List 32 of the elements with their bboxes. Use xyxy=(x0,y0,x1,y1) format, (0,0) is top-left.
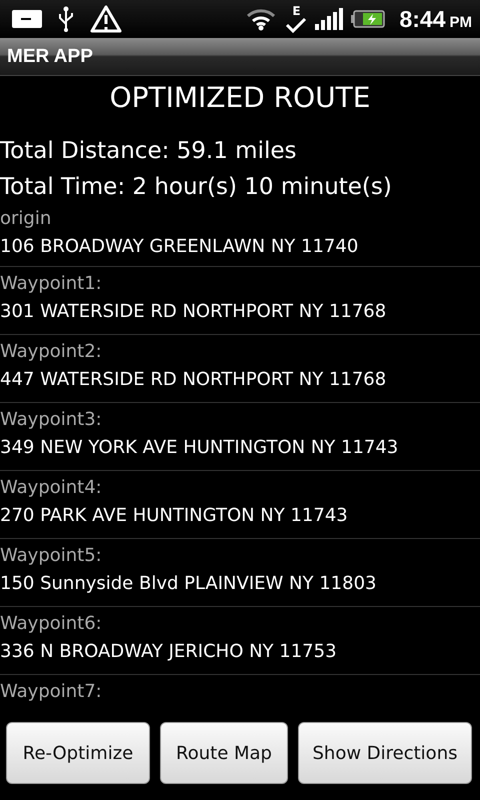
clock: 8:44 xyxy=(399,6,446,32)
stop-address: 447 WATERSIDE RD NORTHPORT NY 11768 xyxy=(0,368,388,392)
stop-label: Waypoint6: xyxy=(0,612,103,636)
stop-address: 349 NEW YORK AVE HUNTINGTON NY 11743 xyxy=(0,436,400,460)
usb-icon xyxy=(56,6,76,32)
action-button[interactable]: Route Map xyxy=(160,722,288,784)
battery-icon xyxy=(351,10,386,28)
stop-label: Waypoint3: xyxy=(0,408,103,432)
page-heading: OPTIMIZED ROUTE xyxy=(108,80,372,116)
stop-label: Waypoint1: xyxy=(0,272,103,296)
stop-label: Waypoint7: xyxy=(0,680,103,704)
network-type-label: E xyxy=(292,5,301,17)
app-title: MER APP xyxy=(7,46,93,68)
stop-address: 106 BROADWAY GREENLAWN NY 11740 xyxy=(0,235,360,259)
stop-label: origin xyxy=(0,207,52,231)
summary-line: Total Time: 2 hour(s) 10 minute(s) xyxy=(0,173,393,202)
summary-line: Total Distance: 59.1 miles xyxy=(0,137,298,166)
warning-icon xyxy=(90,5,122,33)
action-button[interactable]: Show Directions xyxy=(298,722,472,784)
stop-address: 270 PARK AVE HUNTINGTON NY 11743 xyxy=(0,504,349,528)
signal-icon xyxy=(315,8,344,30)
check-icon xyxy=(285,17,308,33)
stop-label: Waypoint5: xyxy=(0,544,103,568)
message-icon xyxy=(12,9,42,29)
stop-label: Waypoint4: xyxy=(0,476,103,500)
stop-address: 150 Sunnyside Blvd PLAINVIEW NY 11803 xyxy=(0,572,378,596)
stop-address: 301 WATERSIDE RD NORTHPORT NY 11768 xyxy=(0,300,388,324)
wifi-icon xyxy=(245,7,278,31)
stop-address: 336 N BROADWAY JERICHO NY 11753 xyxy=(0,640,338,664)
stop-label: Waypoint2: xyxy=(0,340,103,364)
am-pm-label: PM xyxy=(450,14,472,30)
action-button[interactable]: Re-Optimize xyxy=(6,722,150,784)
